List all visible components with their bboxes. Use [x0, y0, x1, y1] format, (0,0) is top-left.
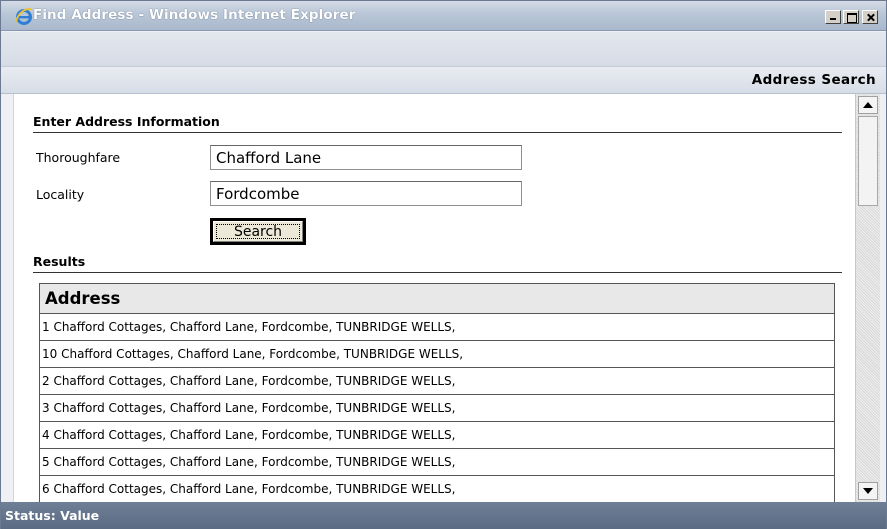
- search-button[interactable]: Search: [210, 218, 306, 245]
- status-bar: Status: Value: [1, 502, 886, 529]
- close-icon[interactable]: [862, 10, 878, 24]
- address-search-form: Enter Address Information Thoroughfare L…: [13, 94, 855, 502]
- table-row[interactable]: 10 Chafford Cottages, Chafford Lane, For…: [39, 340, 835, 368]
- scroll-up-arrow-icon[interactable]: [858, 96, 878, 114]
- results-section-title: Results: [33, 254, 86, 269]
- table-row[interactable]: 4 Chafford Cottages, Chafford Lane, Ford…: [39, 421, 835, 449]
- section-divider: [33, 132, 842, 133]
- page-title: Address Search: [751, 72, 876, 88]
- address-info-section-title: Enter Address Information: [33, 114, 220, 129]
- table-row[interactable]: 6 Chafford Cottages, Chafford Lane, Ford…: [39, 475, 835, 502]
- maximize-icon[interactable]: [843, 10, 859, 24]
- search-button-label: Search: [213, 221, 303, 242]
- browser-window: Find Address - Windows Internet Explorer…: [0, 0, 887, 529]
- address-cell[interactable]: 5 Chafford Cottages, Chafford Lane, Ford…: [39, 448, 835, 476]
- section-divider: [33, 272, 842, 273]
- results-table: Address 1 Chafford Cottages, Chafford La…: [39, 283, 835, 502]
- window-controls: [823, 10, 878, 24]
- locality-label: Locality: [36, 187, 85, 202]
- table-row[interactable]: 5 Chafford Cottages, Chafford Lane, Ford…: [39, 448, 835, 476]
- thoroughfare-input[interactable]: [210, 145, 522, 170]
- title-bar[interactable]: Find Address - Windows Internet Explorer: [1, 1, 886, 31]
- internet-explorer-icon: [15, 8, 33, 25]
- address-column-header: Address: [39, 283, 835, 314]
- table-row[interactable]: 1 Chafford Cottages, Chafford Lane, Ford…: [39, 313, 835, 341]
- vertical-scrollbar[interactable]: [855, 94, 880, 502]
- page-header: Address Search: [1, 66, 886, 94]
- thoroughfare-label: Thoroughfare: [36, 150, 121, 165]
- address-cell[interactable]: 1 Chafford Cottages, Chafford Lane, Ford…: [39, 313, 835, 341]
- address-cell[interactable]: 4 Chafford Cottages, Chafford Lane, Ford…: [39, 421, 835, 449]
- locality-input[interactable]: [210, 181, 522, 206]
- scrollbar-thumb[interactable]: [858, 116, 878, 206]
- address-cell[interactable]: 10 Chafford Cottages, Chafford Lane, For…: [39, 340, 835, 368]
- table-row[interactable]: 2 Chafford Cottages, Chafford Lane, Ford…: [39, 367, 835, 395]
- address-cell[interactable]: 2 Chafford Cottages, Chafford Lane, Ford…: [39, 367, 835, 395]
- address-cell[interactable]: 3 Chafford Cottages, Chafford Lane, Ford…: [39, 394, 835, 422]
- status-text: Status: Value: [5, 508, 100, 523]
- table-row[interactable]: 3 Chafford Cottages, Chafford Lane, Ford…: [39, 394, 835, 422]
- browser-toolbar-area: [1, 32, 886, 66]
- address-cell[interactable]: 6 Chafford Cottages, Chafford Lane, Ford…: [39, 475, 835, 502]
- minimize-icon[interactable]: [825, 10, 841, 24]
- table-header-row: Address: [39, 283, 835, 314]
- scroll-down-arrow-icon[interactable]: [858, 482, 878, 500]
- window-title: Find Address - Windows Internet Explorer: [33, 7, 356, 23]
